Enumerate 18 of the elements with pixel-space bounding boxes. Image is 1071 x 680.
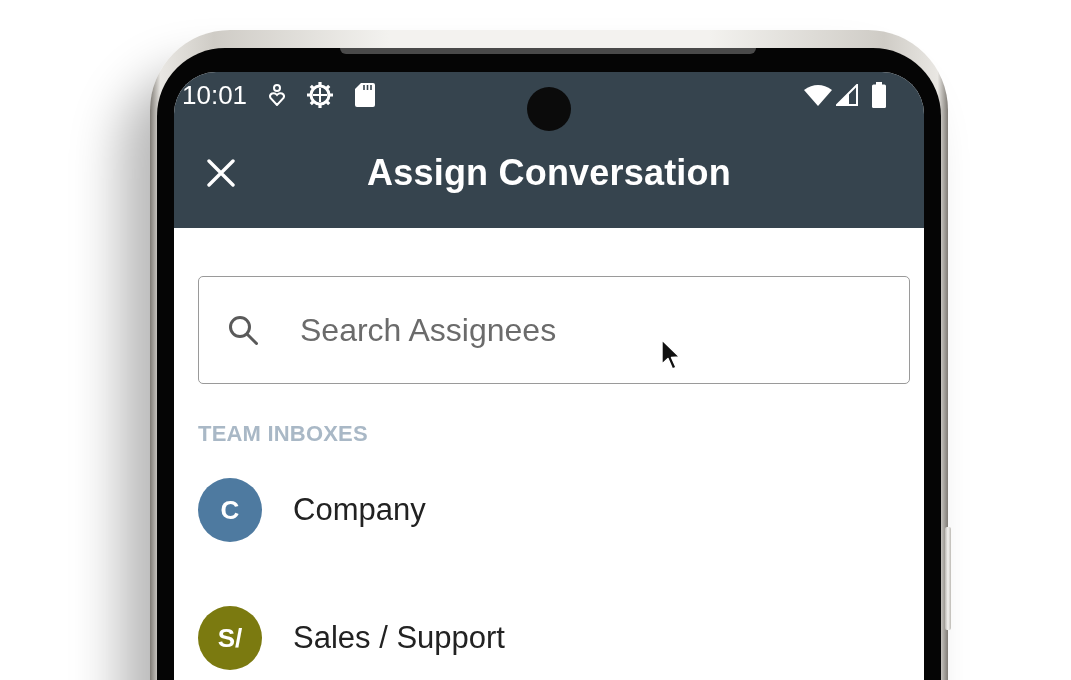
- pointer-cursor-icon: [661, 339, 681, 371]
- inbox-name[interactable]: Company: [293, 492, 426, 528]
- screen-title: Assign Conversation: [367, 152, 731, 194]
- search-icon: [228, 315, 258, 345]
- inbox-name[interactable]: Sales / Support: [293, 620, 505, 656]
- initials-avatar: S/: [198, 606, 262, 670]
- status-time: 10:01: [182, 79, 248, 111]
- close-icon: [207, 159, 235, 187]
- search-field[interactable]: Search Assignees: [198, 276, 910, 384]
- battery-icon: [872, 82, 886, 108]
- heart-icon: [269, 84, 286, 106]
- signal-icon: [836, 84, 858, 106]
- wifi-icon: [804, 84, 832, 106]
- close-button[interactable]: [207, 159, 235, 187]
- section-heading: TEAM INBOXES: [198, 422, 369, 446]
- gear-icon: [307, 82, 334, 108]
- sd-card-icon: [355, 83, 376, 107]
- initials-avatar: C: [198, 478, 262, 542]
